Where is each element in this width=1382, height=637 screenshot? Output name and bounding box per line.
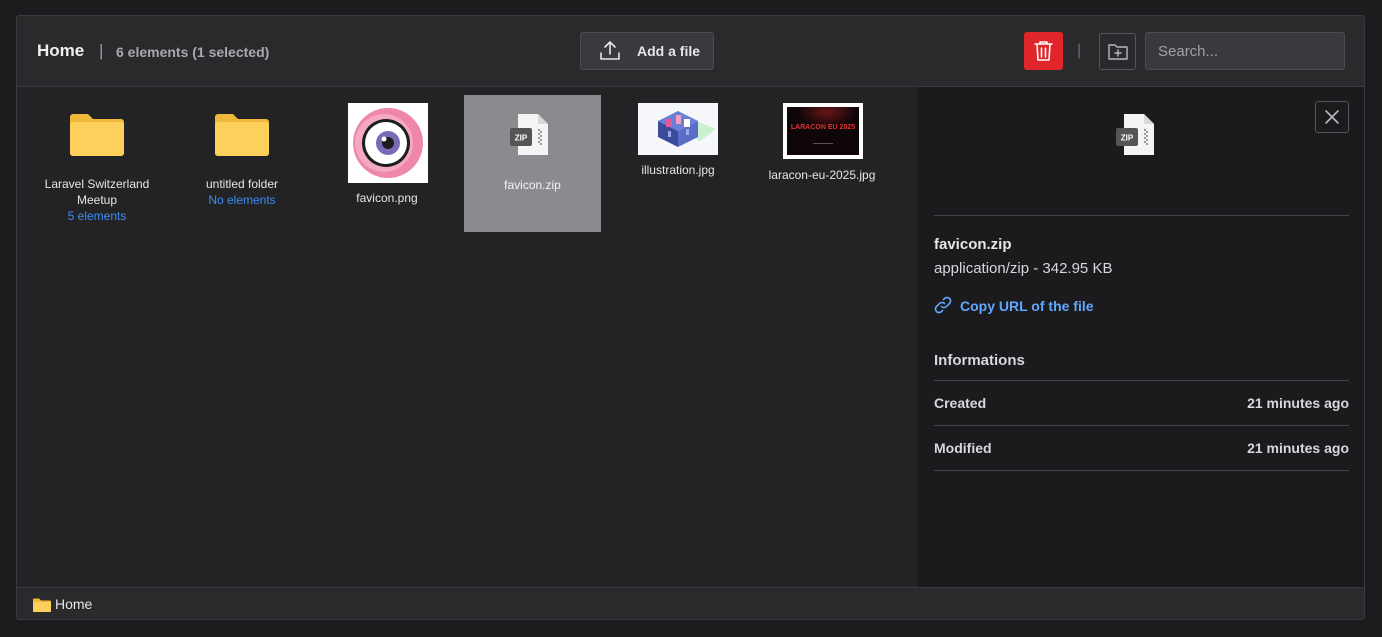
folder-plus-icon <box>1108 44 1128 60</box>
grid-item-folder[interactable]: Laravel Switzerland Meetup 5 elements <box>37 113 157 224</box>
divider <box>934 470 1349 471</box>
file-meta: application/zip - 342.95 KB <box>934 260 1113 277</box>
divider <box>934 425 1349 426</box>
toolbar: Home | 6 elements (1 selected) Add a fil… <box>17 16 1364 87</box>
zip-file-icon: ZIP <box>510 114 548 155</box>
add-file-button[interactable]: Add a file <box>580 32 714 70</box>
item-count: No elements <box>208 193 276 207</box>
info-label-modified: Modified <box>934 440 992 456</box>
close-icon <box>1325 110 1339 124</box>
page-title: Home <box>37 41 85 60</box>
item-name: laracon-eu-2025.jpg <box>768 168 876 182</box>
folder-icon <box>70 114 124 156</box>
item-name: favicon.zip <box>504 178 561 192</box>
thumbnail-text: LARACON EU 2025 <box>790 124 856 131</box>
item-name: illustration.jpg <box>641 163 715 177</box>
delete-button[interactable] <box>1024 32 1063 70</box>
grid-item-image[interactable]: LARACON EU 2025 laracon-eu-2025.jpg <box>754 103 890 203</box>
details-panel: ZIP favicon.zip application/zip - 342.95… <box>918 87 1364 587</box>
grid-item-folder[interactable]: untitled folder No elements <box>182 113 302 208</box>
add-file-label: Add a file <box>637 43 701 59</box>
divider <box>934 380 1349 381</box>
toolbar-separator: | <box>1077 42 1082 59</box>
informations-heading: Informations <box>934 352 1025 369</box>
search-input[interactable] <box>1145 32 1345 70</box>
image-thumbnail <box>348 103 428 183</box>
upload-icon <box>599 41 621 64</box>
item-name: untitled folder <box>205 177 279 191</box>
file-manager-window: Home | 6 elements (1 selected) Add a fil… <box>16 15 1365 620</box>
file-name: favicon.zip <box>934 236 1012 253</box>
grid-item-image[interactable]: illustration.jpg <box>618 103 738 203</box>
grid-item-image[interactable]: favicon.png <box>327 103 447 213</box>
breadcrumb-bar: Home <box>17 587 1364 619</box>
folder-icon <box>215 114 269 156</box>
item-name: Laravel Switzerland Meetup <box>44 177 150 207</box>
copy-url-label: Copy URL of the file <box>960 298 1094 314</box>
info-value-modified: 21 minutes ago <box>1247 440 1349 456</box>
trash-icon <box>1034 41 1053 61</box>
svg-text:ZIP: ZIP <box>515 134 528 143</box>
file-grid: Laravel Switzerland Meetup 5 elements un… <box>17 87 918 587</box>
new-folder-button[interactable] <box>1099 33 1136 70</box>
image-thumbnail <box>638 103 718 155</box>
breadcrumb-label: Home <box>55 596 93 612</box>
copy-url-link[interactable]: Copy URL of the file <box>934 296 1094 314</box>
title-separator: | <box>99 41 104 60</box>
link-icon <box>934 296 952 314</box>
zip-file-icon: ZIP <box>1116 114 1154 155</box>
info-value-created: 21 minutes ago <box>1247 395 1349 411</box>
item-name: favicon.png <box>356 191 418 205</box>
folder-icon <box>33 598 51 612</box>
grid-item-zip-selected[interactable]: ZIP favicon.zip <box>464 95 601 232</box>
breadcrumb-home[interactable]: Home <box>33 596 92 612</box>
element-count: 6 elements (1 selected) <box>116 44 270 60</box>
item-count: 5 elements <box>67 209 127 223</box>
svg-text:ZIP: ZIP <box>1121 134 1134 143</box>
close-panel-button[interactable] <box>1315 101 1349 133</box>
divider <box>934 215 1349 216</box>
info-label-created: Created <box>934 395 987 411</box>
image-thumbnail: LARACON EU 2025 <box>783 103 863 159</box>
